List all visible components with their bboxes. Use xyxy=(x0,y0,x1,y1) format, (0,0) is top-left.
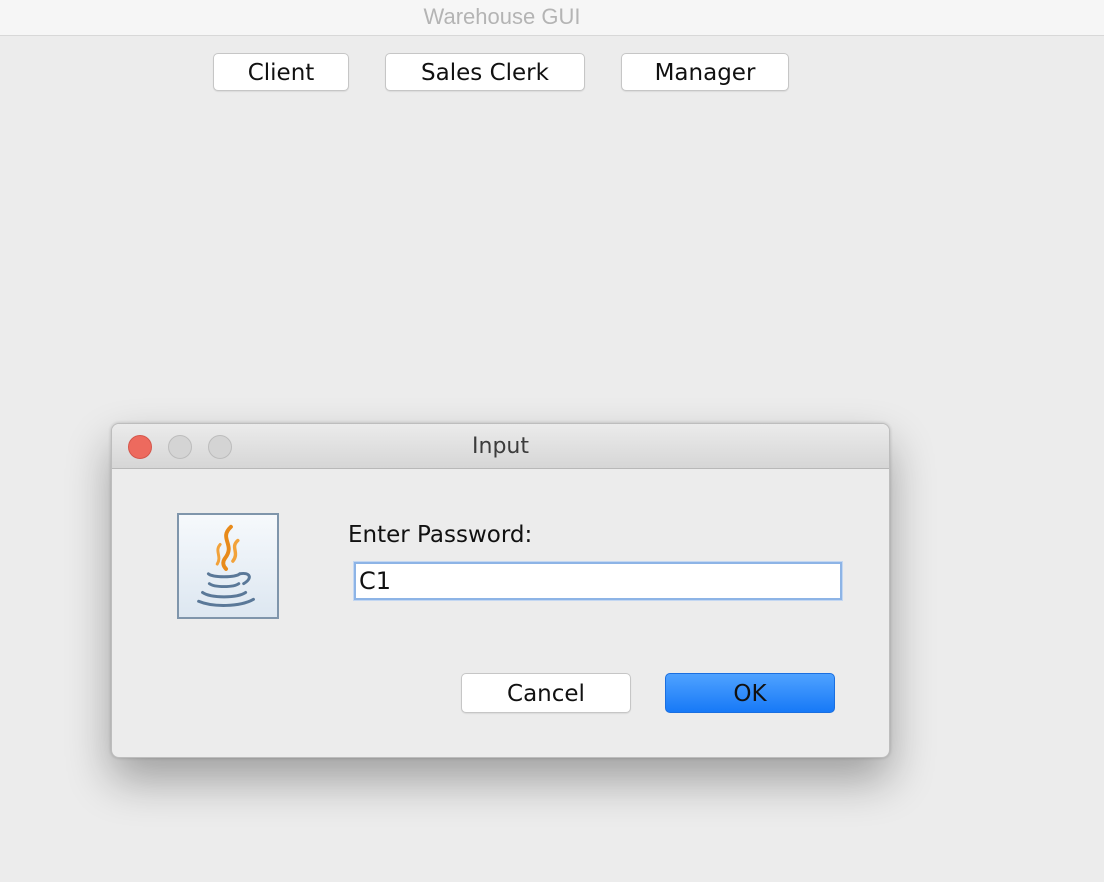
minimize-window-button[interactable] xyxy=(168,435,192,459)
password-prompt-label: Enter Password: xyxy=(348,522,533,548)
close-window-button[interactable] xyxy=(128,435,152,459)
input-dialog: Input Enter Password: Cancel OK xyxy=(111,423,890,758)
main-window-title: Warehouse GUI xyxy=(423,4,581,29)
cancel-button[interactable]: Cancel xyxy=(461,673,631,713)
manager-button[interactable]: Manager xyxy=(621,53,789,91)
main-title-bar[interactable]: Warehouse GUI xyxy=(0,0,1104,36)
java-coffee-cup-icon xyxy=(177,513,279,619)
dialog-title-bar[interactable]: Input xyxy=(112,424,889,469)
sales-clerk-button[interactable]: Sales Clerk xyxy=(385,53,585,91)
password-input[interactable] xyxy=(354,562,842,600)
ok-button[interactable]: OK xyxy=(665,673,835,713)
client-button[interactable]: Client xyxy=(213,53,349,91)
zoom-window-button[interactable] xyxy=(208,435,232,459)
